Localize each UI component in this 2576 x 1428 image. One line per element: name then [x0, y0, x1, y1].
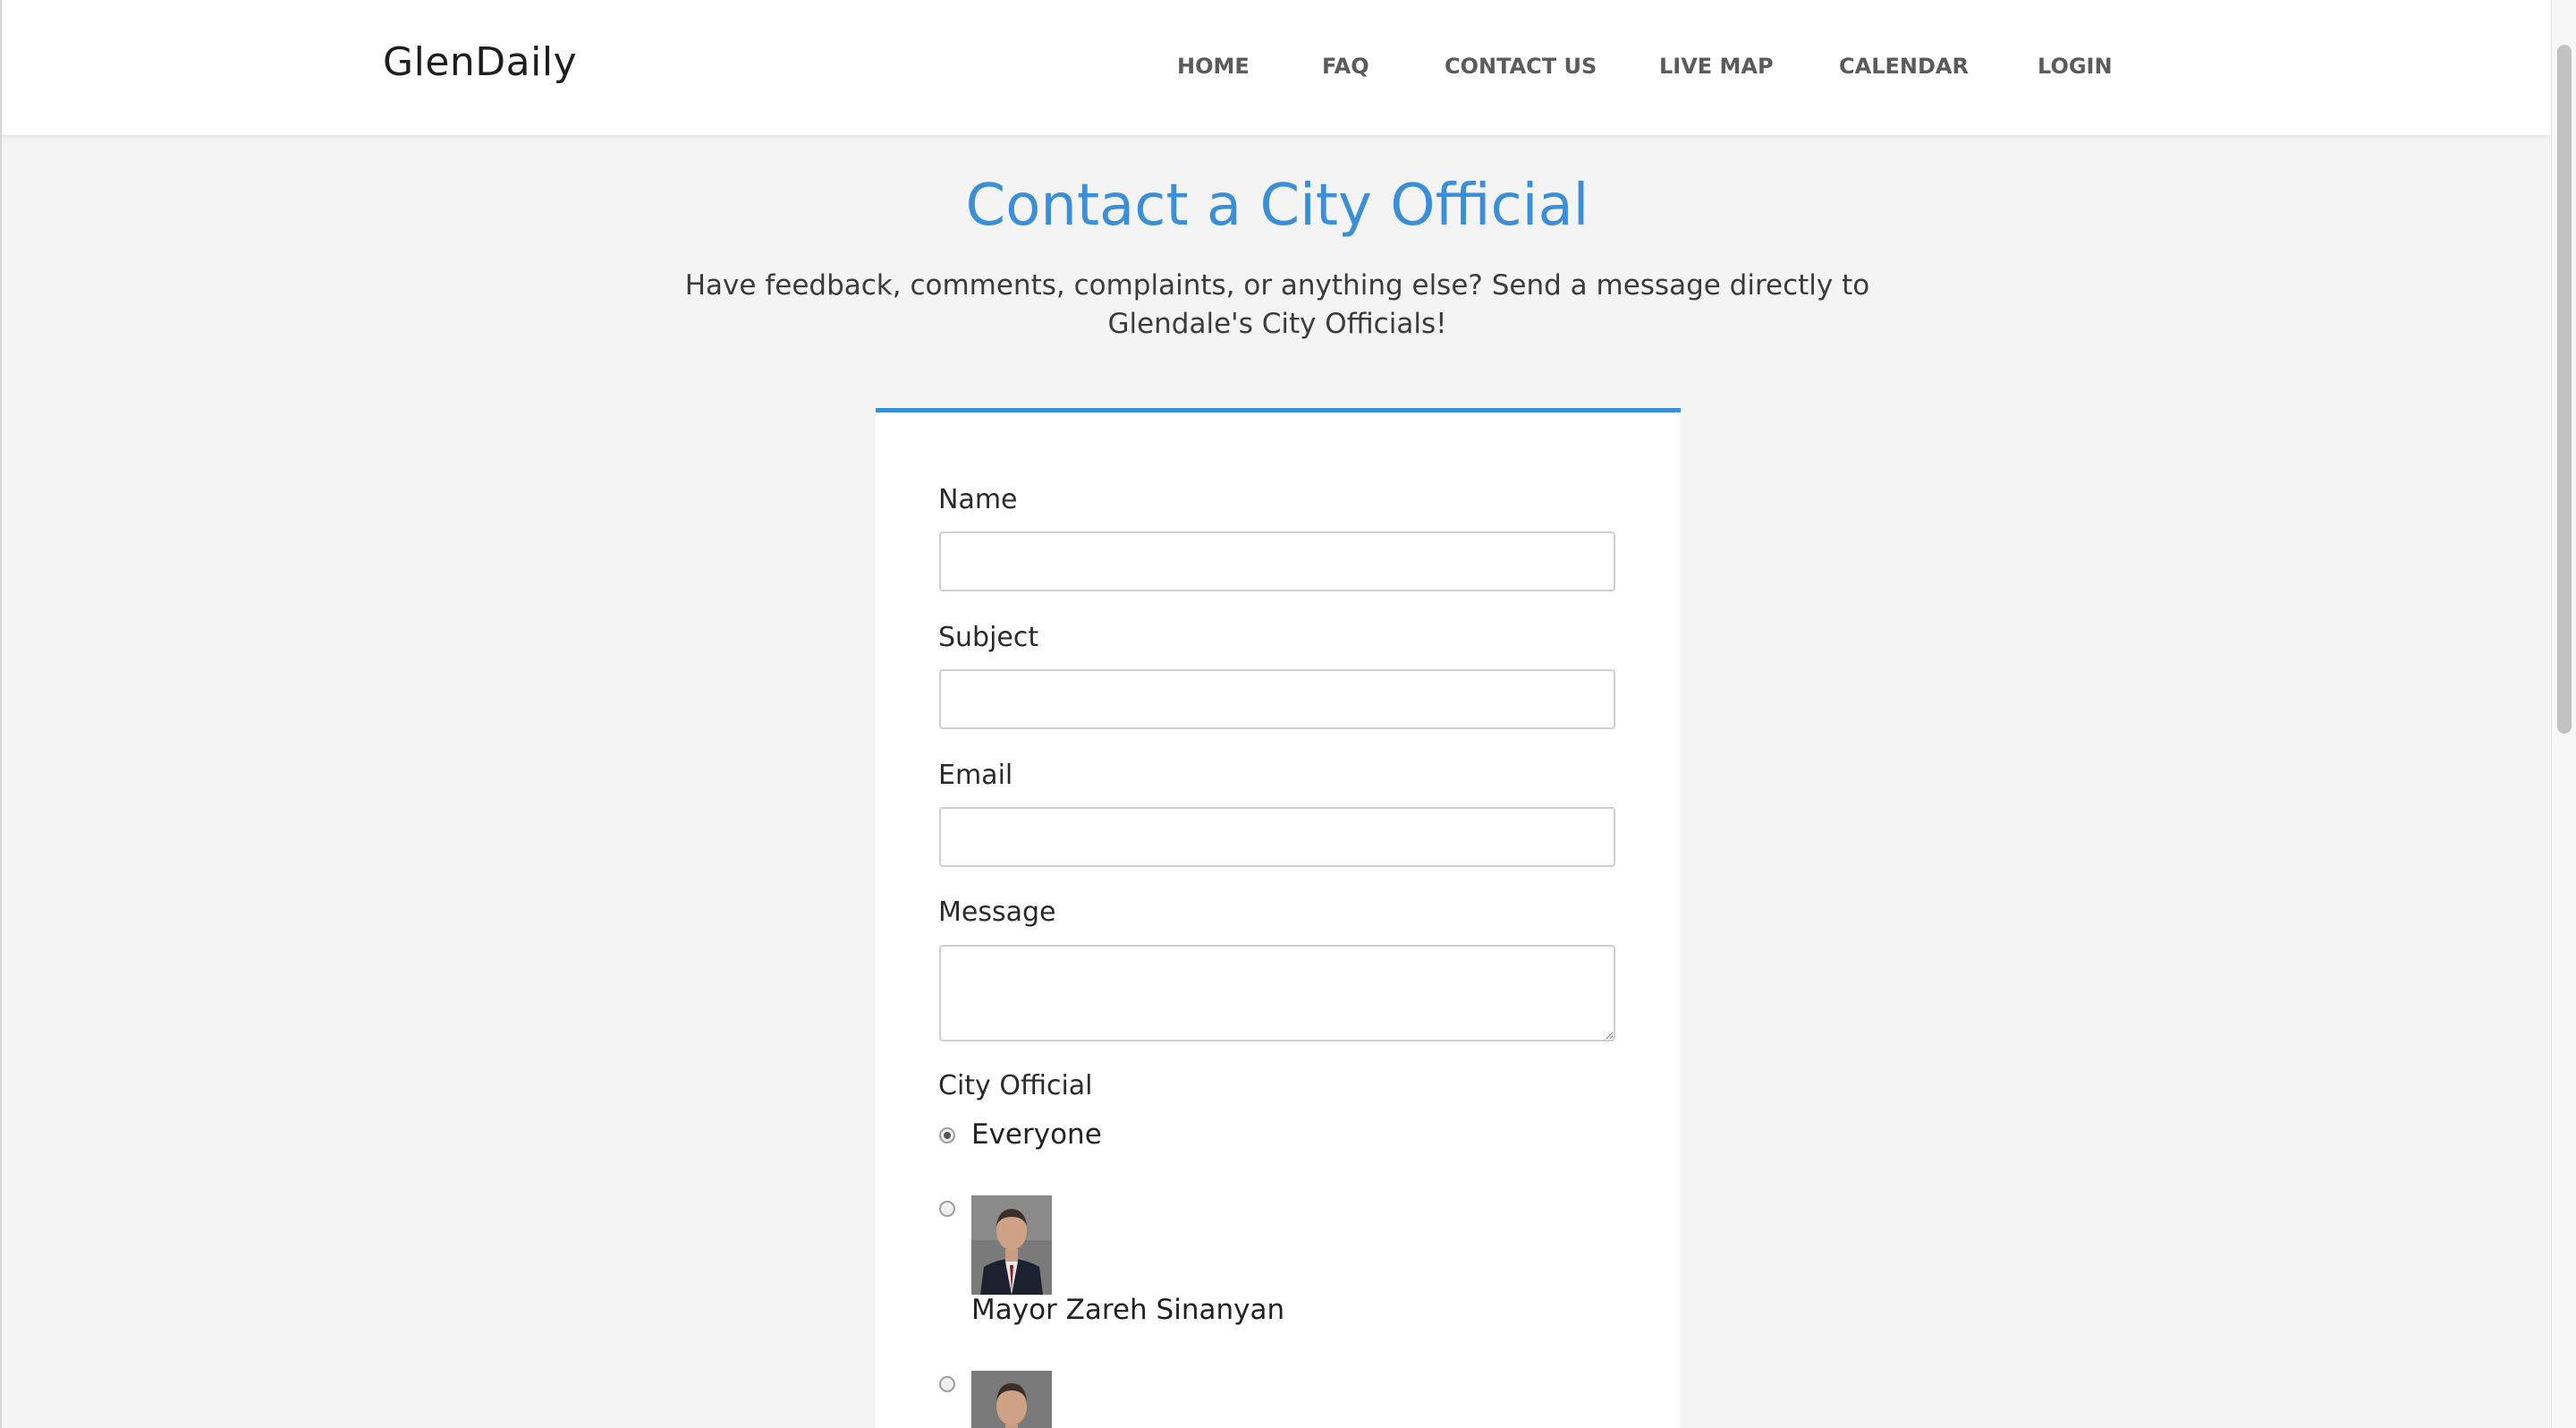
- radio-mayor[interactable]: [939, 1201, 955, 1217]
- official-photo: [971, 1195, 1052, 1295]
- radio-mayor-label: Mayor Zareh Sinanyan: [971, 1294, 1285, 1326]
- page-title: Contact a City Official: [965, 173, 1589, 239]
- nav-contact-us[interactable]: CONTACT US: [1445, 54, 1597, 79]
- radio-official-2[interactable]: [939, 1376, 955, 1392]
- nav-calendar[interactable]: CALENDAR: [1839, 54, 1969, 79]
- nav-home[interactable]: HOME: [1177, 54, 1250, 79]
- contact-form: Name Subject Email Message City Official…: [876, 408, 1681, 1428]
- radio-everyone-label: Everyone: [971, 1118, 1102, 1151]
- email-input[interactable]: [939, 807, 1615, 867]
- name-input[interactable]: [939, 531, 1615, 591]
- message-label: Message: [938, 897, 1056, 928]
- brand-logo[interactable]: GlenDaily: [383, 39, 577, 85]
- vertical-scrollbar[interactable]: [2551, 0, 2576, 1428]
- message-textarea[interactable]: [939, 945, 1615, 1041]
- nav-live-map[interactable]: LIVE MAP: [1659, 54, 1774, 79]
- city-official-label: City Official: [938, 1070, 1093, 1101]
- official-photo: [971, 1371, 1052, 1428]
- browser-viewport: GlenDaily HOME FAQ CONTACT US LIVE MAP C…: [0, 0, 2551, 1428]
- page-subtitle: Have feedback, comments, complaints, or …: [684, 269, 1870, 340]
- scrollbar-thumb[interactable]: [2557, 45, 2572, 734]
- email-label: Email: [938, 760, 1013, 791]
- subject-label: Subject: [938, 622, 1039, 653]
- navbar: GlenDaily HOME FAQ CONTACT US LIVE MAP C…: [2, 0, 2551, 135]
- nav-login[interactable]: LOGIN: [2038, 54, 2113, 79]
- subject-input[interactable]: [939, 669, 1615, 729]
- radio-everyone[interactable]: [939, 1127, 955, 1143]
- nav-faq[interactable]: FAQ: [1322, 54, 1369, 79]
- name-label: Name: [938, 484, 1018, 515]
